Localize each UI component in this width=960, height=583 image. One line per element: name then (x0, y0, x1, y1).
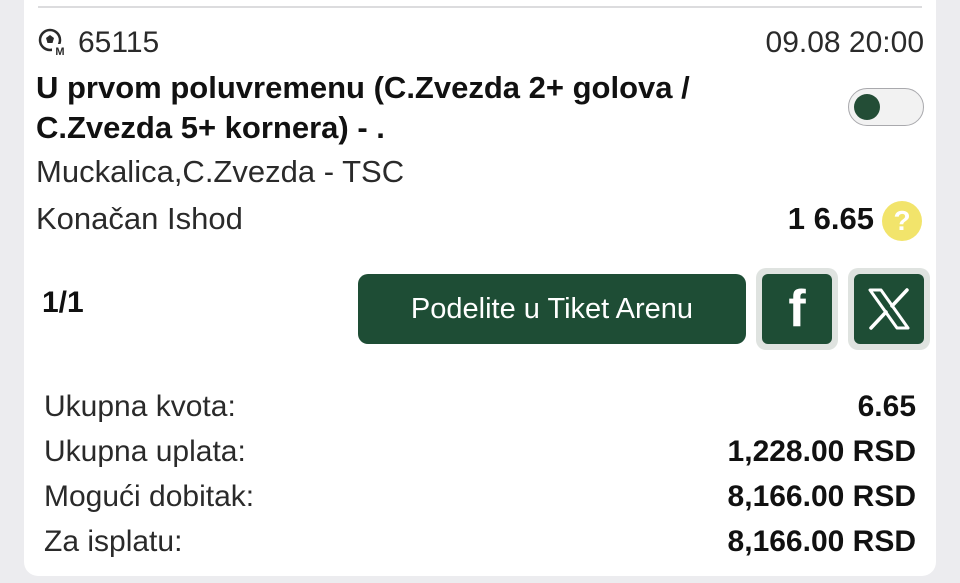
ticket-id: 65115 (78, 26, 160, 59)
summary-row-total-odds: Ukupna kvota: 6.65 (44, 384, 916, 429)
ticket-id-row: M 65115 (38, 26, 159, 60)
share-tiket-arena-button[interactable]: Podelite u Tiket Arenu (358, 274, 746, 344)
summary-label: Mogući dobitak: (44, 479, 255, 513)
outcome-odds: 1 6.65 (787, 201, 874, 236)
outcome-label: Konačan Ishod (36, 201, 243, 236)
share-facebook-button[interactable]: f (756, 268, 838, 350)
sport-ball-icon: M (38, 28, 68, 58)
summary-value: 6.65 (857, 389, 916, 423)
pagination: 1/1 (42, 286, 84, 319)
summary-row-payout: Za isplatu: 8,166.00 RSD (44, 519, 916, 564)
bet-title: U prvom poluvremenu (C.Zvezda 2+ golova … (36, 70, 690, 145)
summary-label: Ukupna uplata: (44, 434, 246, 468)
summary-value: 8,166.00 RSD (727, 479, 916, 513)
svg-text:M: M (55, 46, 64, 58)
ticket-summary: Ukupna kvota: 6.65 Ukupna uplata: 1,228.… (44, 384, 916, 564)
facebook-icon: f (788, 280, 806, 338)
summary-row-total-stake: Ukupna uplata: 1,228.00 RSD (44, 429, 916, 474)
toggle-knob (854, 94, 880, 120)
summary-label: Ukupna kvota: (44, 389, 236, 423)
event-name: Muckalica,C.Zvezda - TSC (36, 154, 405, 189)
x-icon (868, 288, 910, 330)
ticket-card: M 65115 09.08 20:00 U prvom poluvremenu … (24, 0, 936, 576)
help-icon[interactable]: ? (882, 201, 922, 241)
summary-label: Za isplatu: (44, 524, 183, 558)
share-x-button[interactable] (848, 268, 930, 350)
bet-toggle[interactable] (848, 88, 924, 126)
summary-row-possible-win: Mogući dobitak: 8,166.00 RSD (44, 474, 916, 519)
ticket-datetime: 09.08 20:00 (765, 26, 924, 59)
summary-value: 1,228.00 RSD (727, 434, 916, 468)
summary-value: 8,166.00 RSD (727, 524, 916, 558)
divider (38, 6, 922, 8)
